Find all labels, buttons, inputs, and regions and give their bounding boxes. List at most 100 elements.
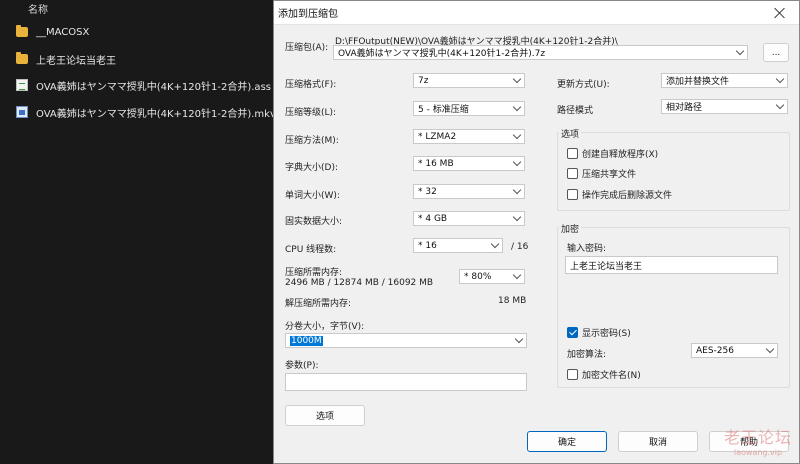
cpu-total: / 16 <box>511 242 529 252</box>
mem-percent-value: * 80% <box>464 271 492 282</box>
chevron-down-icon <box>514 334 524 343</box>
format-value: 7z <box>418 75 429 86</box>
chevron-down-icon <box>512 212 522 221</box>
checkbox-checked-icon[interactable] <box>567 327 578 338</box>
enc-method-value: AES-256 <box>696 345 734 356</box>
folder-icon <box>16 25 28 37</box>
format-combo[interactable]: 7z <box>413 73 525 88</box>
format-label: 压缩格式(F): <box>285 80 337 90</box>
method-combo[interactable]: * LZMA2 <box>413 129 525 144</box>
watermark-url: laowang.vip <box>733 448 783 457</box>
dict-value: * 16 MB <box>418 158 454 169</box>
params-label: 参数(P): <box>285 361 319 371</box>
update-label: 更新方式(U): <box>557 80 610 90</box>
dialog-titlebar[interactable]: 添加到压缩包 <box>274 1 799 25</box>
params-input[interactable] <box>285 373 527 391</box>
checkbox-icon[interactable] <box>567 369 578 380</box>
word-value: * 32 <box>418 186 437 197</box>
shared-checkbox[interactable]: 压缩共享文件 <box>567 167 636 180</box>
chevron-down-icon <box>775 74 785 83</box>
update-value: 添加并替换文件 <box>666 77 730 87</box>
level-value: 5 - 标准压缩 <box>418 105 469 115</box>
pathmode-combo[interactable]: 相对路径 <box>661 99 788 114</box>
chevron-down-icon <box>512 74 522 83</box>
dict-combo[interactable]: * 16 MB <box>413 156 525 171</box>
enc-method-label: 加密算法: <box>567 350 607 360</box>
update-combo[interactable]: 添加并替换文件 <box>661 73 788 88</box>
chevron-down-icon <box>512 157 522 166</box>
file-name: 上老王论坛当老王 <box>36 55 116 67</box>
browse-button[interactable]: ... <box>763 43 789 62</box>
file-name: __MACOSX <box>36 26 90 38</box>
chevron-down-icon <box>512 185 522 194</box>
dialog-title: 添加到压缩包 <box>278 9 338 20</box>
word-label: 单词大小(W): <box>285 191 340 201</box>
show-password-checkbox[interactable]: 显示密码(S) <box>567 326 631 339</box>
watermark-text: 老王论坛 <box>723 428 792 447</box>
shared-label: 压缩共享文件 <box>582 170 637 180</box>
solid-value: * 4 GB <box>418 213 448 224</box>
solid-label: 固实数据大小: <box>285 217 343 227</box>
file-row[interactable]: 上老王论坛当老王 <box>0 47 272 71</box>
split-value: 1000M <box>290 335 323 346</box>
cpu-combo[interactable]: * 16 <box>413 238 503 253</box>
chevron-down-icon <box>735 46 745 55</box>
level-combo[interactable]: 5 - 标准压缩 <box>413 101 525 116</box>
split-combo[interactable]: 1000M <box>285 333 527 348</box>
archive-name-combo[interactable]: OVA義姉はヤンママ授乳中(4K+120针1-2合并).7z <box>333 45 748 60</box>
cancel-button[interactable]: 取消 <box>618 431 698 452</box>
sfx-label: 创建自释放程序(X) <box>582 150 659 160</box>
folder-icon <box>16 52 28 64</box>
solid-combo[interactable]: * 4 GB <box>413 211 525 226</box>
mem-comp-value: 2496 MB / 12874 MB / 16092 MB <box>285 278 434 288</box>
word-combo[interactable]: * 32 <box>413 184 525 199</box>
cpu-value: * 16 <box>418 240 437 251</box>
file-row[interactable]: OVA義姉はヤンママ授乳中(4K+120针1-2合并).ass <box>0 73 272 97</box>
checkbox-icon[interactable] <box>567 189 578 200</box>
ok-button[interactable]: 确定 <box>527 431 607 452</box>
chevron-down-icon <box>765 344 775 353</box>
mem-decomp-label: 解压缩所需内存: <box>285 299 352 309</box>
password-input[interactable]: 上老王论坛当老王 <box>565 256 778 274</box>
encrypt-names-checkbox[interactable]: 加密文件名(N) <box>567 368 641 381</box>
delete-source-checkbox[interactable]: 操作完成后删除源文件 <box>567 188 672 201</box>
file-name: OVA義姉はヤンママ授乳中(4K+120针1-2合并).ass <box>36 81 271 93</box>
file-name: OVA義姉はヤンママ授乳中(4K+120针1-2合并).mkv <box>36 108 276 120</box>
chevron-down-icon <box>490 239 500 248</box>
encrypt-names-label: 加密文件名(N) <box>582 371 641 381</box>
method-label: 压缩方法(M): <box>285 136 339 146</box>
chevron-down-icon <box>512 270 522 279</box>
pathmode-value: 相对路径 <box>666 103 703 113</box>
dict-label: 字典大小(D): <box>285 163 338 173</box>
video-file-icon <box>16 106 28 118</box>
options-button[interactable]: 选项 <box>285 405 365 426</box>
password-label: 输入密码: <box>567 244 607 254</box>
checkbox-icon[interactable] <box>567 168 578 179</box>
file-row[interactable]: __MACOSX <box>0 20 272 44</box>
show-password-label: 显示密码(S) <box>582 329 631 339</box>
chevron-down-icon <box>512 102 522 111</box>
chevron-down-icon <box>775 100 785 109</box>
archive-label: 压缩包(A): <box>285 43 329 53</box>
archive-name-value: OVA義姉はヤンママ授乳中(4K+120针1-2合并).7z <box>338 49 546 59</box>
watermark: 老王论坛 laowang.vip <box>718 424 798 457</box>
close-icon[interactable] <box>773 6 787 20</box>
chevron-down-icon <box>512 130 522 139</box>
sfx-checkbox[interactable]: 创建自释放程序(X) <box>567 147 658 160</box>
cpu-label: CPU 线程数: <box>285 245 337 255</box>
method-value: * LZMA2 <box>418 131 457 142</box>
delete-source-label: 操作完成后删除源文件 <box>582 191 673 201</box>
options-group-title: 选项 <box>559 127 582 140</box>
add-to-archive-dialog: 添加到压缩包 压缩包(A): D:\FFOutput(NEW)\OVA義姉はヤン… <box>273 0 800 464</box>
file-row[interactable]: OVA義姉はヤンママ授乳中(4K+120针1-2合并).mkv <box>0 100 276 124</box>
column-header-name[interactable]: 名称 <box>28 1 48 16</box>
enc-method-combo[interactable]: AES-256 <box>691 343 778 358</box>
mem-comp-label: 压缩所需内存: <box>285 268 343 278</box>
split-label: 分卷大小，字节(V): <box>285 322 365 332</box>
pathmode-label: 路径模式 <box>557 106 594 116</box>
subtitle-file-icon <box>16 79 28 91</box>
mem-percent-combo[interactable]: * 80% <box>459 269 525 284</box>
encryption-group-title: 加密 <box>559 222 582 235</box>
checkbox-icon[interactable] <box>567 148 578 159</box>
mem-decomp-value: 18 MB <box>498 296 527 306</box>
